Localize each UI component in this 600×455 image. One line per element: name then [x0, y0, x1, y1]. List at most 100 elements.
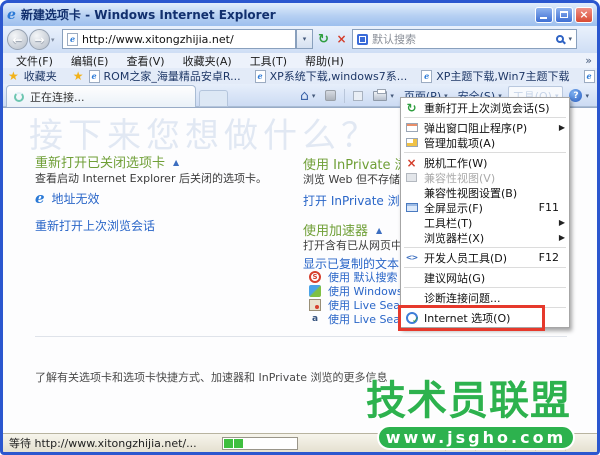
help-icon: ?	[569, 89, 582, 102]
menu-item-manage-addons[interactable]: 管理加载项(A)	[402, 135, 568, 150]
menu-item-label: 兼容性视图设置(B)	[424, 185, 565, 201]
menu-view[interactable]: 查看(V)	[117, 53, 173, 69]
reopen-session-link[interactable]: 重新打开上次浏览会话	[35, 217, 155, 234]
menu-item-label: 重新打开上次浏览会话(S)	[424, 100, 565, 116]
menu-item-developer-tools[interactable]: <> 开发人员工具(D) F12	[402, 250, 568, 265]
menu-help[interactable]: 帮助(H)	[296, 53, 353, 69]
favorite-link-label: ROM之家_海量精品安卓R...	[104, 68, 241, 84]
minimize-button[interactable]	[535, 7, 553, 23]
menu-item-compatibility-settings[interactable]: 兼容性视图设置(B)	[402, 185, 568, 200]
page-icon: e	[67, 33, 78, 46]
menu-item-label: 弹出窗口阻止程序(P)	[424, 120, 554, 136]
popup-blocker-icon	[404, 123, 419, 132]
menu-item-label: 开发人员工具(D)	[424, 250, 534, 266]
fullscreen-icon	[404, 203, 419, 212]
favorites-label[interactable]: 收藏夹	[24, 68, 57, 84]
page-icon: e	[255, 70, 266, 83]
menu-item-work-offline[interactable]: × 脱机工作(W)	[402, 155, 568, 170]
menu-separator	[404, 247, 566, 248]
refresh-button[interactable]: ↻	[315, 29, 332, 49]
progress-bar	[222, 437, 298, 450]
menu-tools[interactable]: 工具(T)	[241, 53, 296, 69]
tab-title: 正在连接...	[30, 89, 85, 105]
favorite-link[interactable]: e XP主题下载,Win7主题下载	[421, 68, 569, 84]
webslice-icon	[353, 91, 363, 101]
menu-item-label: 全屏显示(F)	[424, 200, 534, 216]
menu-edit[interactable]: 编辑(E)	[62, 53, 118, 69]
collapse-arrow-icon[interactable]: ▲	[376, 226, 382, 235]
stop-button[interactable]: ×	[333, 29, 350, 49]
menu-separator	[404, 287, 566, 288]
history-dropdown-icon[interactable]: ▾	[51, 36, 55, 44]
menu-shortcut: F12	[539, 251, 559, 264]
menu-item-label: 管理加载项(A)	[424, 135, 565, 151]
submenu-arrow-icon: ▶	[559, 233, 565, 242]
address-bar[interactable]: e http://www.xitongzhijia.net/	[62, 29, 296, 49]
menu-file[interactable]: 文件(F)	[7, 53, 62, 69]
menu-item-suggested-sites[interactable]: 建议网站(G)	[402, 270, 568, 285]
collapse-arrow-icon[interactable]: ▲	[173, 158, 179, 167]
reopen-session-icon: ↻	[404, 101, 419, 115]
menu-item-label: 诊断连接问题...	[424, 290, 565, 306]
title-bar: e 新建选项卡 - Windows Internet Explorer ×	[3, 3, 597, 26]
chevron-down-icon: ▾	[390, 92, 394, 100]
menu-item-toolbars[interactable]: 工具栏(T) ▶	[402, 215, 568, 230]
address-url: http://www.xitongzhijia.net/	[82, 33, 234, 46]
print-button[interactable]: ▾	[369, 90, 398, 102]
favorites-bar: ★ 收藏夹 ★ e ROM之家_海量精品安卓R... e XP系统下载,wind…	[3, 68, 597, 84]
maximize-button[interactable]	[555, 7, 573, 23]
menu-item-popup-blocker[interactable]: 弹出窗口阻止程序(P) ▶	[402, 120, 568, 135]
minimize-icon	[540, 17, 547, 19]
menu-item-diagnose-connection[interactable]: 诊断连接问题...	[402, 290, 568, 305]
window-controls: ×	[535, 7, 593, 23]
work-offline-icon: ×	[404, 156, 419, 170]
loading-spinner-icon	[14, 92, 24, 102]
menu-separator	[404, 152, 566, 153]
learn-more-link[interactable]: 了解有关选项卡和选项卡快捷方式、加速器和 InPrivate 浏览的更多信息	[35, 369, 388, 385]
close-button[interactable]: ×	[575, 7, 593, 23]
window-title: 新建选项卡 - Windows Internet Explorer	[21, 6, 530, 23]
menu-item-label: 兼容性视图(V)	[424, 170, 565, 186]
new-tab-button[interactable]	[199, 90, 228, 107]
search-dropdown-icon[interactable]: ▾	[568, 35, 572, 43]
menu-item-fullscreen[interactable]: 全屏显示(F) F11	[402, 200, 568, 215]
menu-separator	[404, 267, 566, 268]
feeds-button[interactable]	[321, 89, 340, 102]
rss-feed-icon	[325, 90, 336, 101]
favorite-link[interactable]: e ROM之家_海量精品安卓R...	[89, 68, 241, 84]
menu-shortcut: F11	[539, 201, 559, 214]
search-box[interactable]: 默认搜索 ▾	[352, 29, 577, 49]
favorite-link[interactable]: e 安全网址导航	[584, 68, 597, 84]
add-favorite-icon[interactable]: ★	[73, 70, 84, 82]
menu-bar: 文件(F) 编辑(E) 查看(V) 收藏夹(A) 工具(T) 帮助(H) »	[3, 53, 597, 68]
active-tab[interactable]: 正在连接...	[6, 85, 196, 107]
red-highlight-box	[398, 305, 545, 331]
status-text: 等待 http://www.xitongzhijia.net/...	[9, 435, 197, 451]
favorite-link-label: XP主题下载,Win7主题下载	[436, 68, 569, 84]
screen: e 新建选项卡 - Windows Internet Explorer × ← …	[0, 0, 600, 455]
forward-button[interactable]: →	[29, 29, 50, 50]
search-icon[interactable]	[556, 35, 564, 43]
reopen-tabs-heading-text: 重新打开已关闭选项卡	[35, 156, 165, 171]
home-button[interactable]: ⌂ ▾	[296, 88, 319, 104]
menu-favorites[interactable]: 收藏夹(A)	[174, 53, 241, 69]
windows-live-icon	[309, 285, 321, 297]
webslice-button[interactable]	[349, 90, 367, 102]
menubar-overflow-icon[interactable]: »	[585, 54, 592, 67]
back-button[interactable]: ←	[7, 29, 28, 50]
address-dropdown-button[interactable]: ▾	[296, 29, 313, 49]
menu-item-label: 浏览器栏(X)	[424, 230, 554, 246]
menu-item-label: 建议网站(G)	[424, 270, 565, 286]
menu-item-reopen-session[interactable]: ↻ 重新打开上次浏览会话(S)	[402, 100, 568, 115]
brand-watermark-title: 技术员联盟	[366, 368, 571, 426]
menu-item-explorer-bars[interactable]: 浏览器栏(X) ▶	[402, 230, 568, 245]
search-placeholder: 默认搜索	[372, 31, 552, 47]
submenu-arrow-icon: ▶	[559, 123, 565, 132]
search-provider-icon	[357, 34, 368, 45]
manage-addons-icon	[404, 138, 419, 147]
closed-tab-entry[interactable]: e 地址无效	[35, 190, 100, 207]
invalid-address-link[interactable]: 地址无效	[52, 190, 100, 207]
favorite-link[interactable]: e XP系统下载,windows7系...	[255, 68, 408, 84]
chevron-down-icon: ▾	[312, 92, 316, 100]
favorites-star-icon[interactable]: ★	[8, 70, 19, 82]
